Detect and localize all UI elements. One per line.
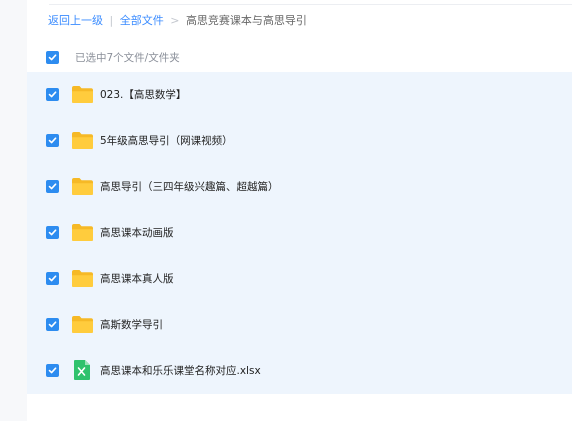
file-list: 023.【高思数学】 5年级高思导引（网课视频） 高思导引（三四年级兴趣篇、超越…	[27, 72, 572, 394]
all-files-link[interactable]: 全部文件	[120, 14, 164, 27]
list-item[interactable]: 高思课本和乐乐课堂名称对应.xlsx	[27, 348, 572, 394]
list-item[interactable]: 高斯数学导引	[27, 302, 572, 348]
checkmark-icon	[48, 321, 57, 328]
file-name[interactable]: 高斯数学导引	[100, 316, 163, 334]
selection-header: 已选中7个文件/文件夹	[27, 44, 572, 72]
row-checkbox[interactable]	[46, 180, 59, 193]
breadcrumb-current-folder: 高思竞赛课本与高思导引	[185, 14, 307, 27]
file-name[interactable]: 高思课本真人版	[100, 270, 174, 288]
checkmark-icon	[48, 275, 57, 282]
breadcrumb-chevron: >	[170, 14, 180, 27]
file-name[interactable]: 高思课本和乐乐课堂名称对应.xlsx	[100, 362, 261, 380]
folder-icon	[72, 132, 93, 149]
breadcrumb-separator: |	[109, 14, 114, 27]
row-checkbox[interactable]	[46, 226, 59, 239]
folder-icon	[72, 178, 93, 195]
divider	[49, 4, 572, 5]
row-checkbox[interactable]	[46, 272, 59, 285]
row-checkbox[interactable]	[46, 364, 59, 377]
list-item[interactable]: 5年级高思导引（网课视频）	[27, 118, 572, 164]
checkmark-icon	[48, 91, 57, 98]
file-name[interactable]: 5年级高思导引（网课视频）	[100, 132, 233, 150]
checkmark-icon	[48, 183, 57, 190]
file-name[interactable]: 023.【高思数学】	[100, 86, 186, 104]
folder-icon	[72, 270, 93, 287]
selection-count-label: 已选中7个文件/文件夹	[75, 52, 180, 64]
list-item[interactable]: 高思课本动画版	[27, 210, 572, 256]
select-all-checkbox[interactable]	[46, 51, 59, 64]
breadcrumb: 返回上一级 | 全部文件 > 高思竞赛课本与高思导引	[48, 12, 307, 30]
excel-file-icon	[74, 360, 90, 380]
checkmark-icon	[48, 367, 57, 374]
folder-icon	[72, 316, 93, 333]
checkmark-icon	[48, 137, 57, 144]
file-name[interactable]: 高思导引（三四年级兴趣篇、超越篇）	[100, 178, 279, 196]
row-checkbox[interactable]	[46, 134, 59, 147]
list-item[interactable]: 023.【高思数学】	[27, 72, 572, 118]
folder-icon	[72, 86, 93, 103]
list-item[interactable]: 高思课本真人版	[27, 256, 572, 302]
file-name[interactable]: 高思课本动画版	[100, 224, 174, 242]
checkmark-icon	[48, 229, 57, 236]
checkmark-icon	[48, 54, 57, 61]
folder-icon	[72, 224, 93, 241]
row-checkbox[interactable]	[46, 318, 59, 331]
list-item[interactable]: 高思导引（三四年级兴趣篇、超越篇）	[27, 164, 572, 210]
row-checkbox[interactable]	[46, 88, 59, 101]
back-link[interactable]: 返回上一级	[48, 14, 103, 27]
